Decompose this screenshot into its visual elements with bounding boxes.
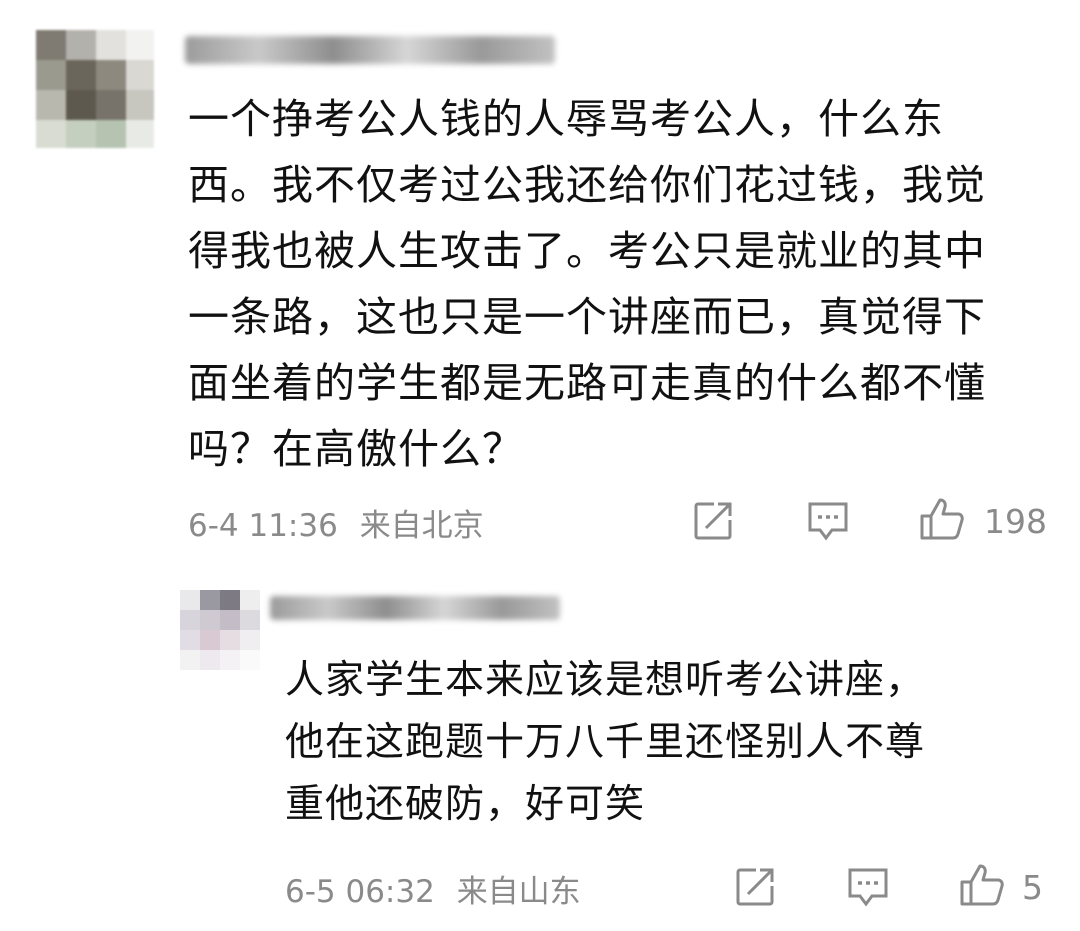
- reply-username-blurred[interactable]: [270, 596, 560, 620]
- like-count: 198: [984, 502, 1047, 541]
- reply-location: 来自山东: [456, 874, 581, 910]
- comment-text: 一个挣考公人钱的人辱骂考公人，什么东 西。我不仅考过公我还给你们花过钱，我觉 得…: [188, 95, 986, 473]
- avatar[interactable]: [36, 30, 154, 148]
- reply-timestamp: 6-5 06:32: [285, 874, 435, 910]
- comment-timestamp: 6-4 11:36: [188, 508, 338, 544]
- username-blurred[interactable]: [185, 36, 555, 64]
- thumbs-up-icon[interactable]: [958, 862, 1006, 908]
- thumbs-up-icon[interactable]: [918, 496, 966, 542]
- comment-icon[interactable]: [806, 500, 850, 542]
- comment-icon[interactable]: [846, 866, 890, 908]
- share-icon[interactable]: [692, 500, 734, 542]
- share-icon[interactable]: [734, 866, 776, 908]
- reply-avatar[interactable]: [180, 590, 260, 670]
- comment-meta: 6-4 11:36 来自北京: [188, 500, 484, 545]
- reply-like-count: 5: [1022, 868, 1043, 907]
- reply-meta: 6-5 06:32 来自山东: [285, 866, 581, 911]
- comment-location: 来自北京: [359, 508, 484, 544]
- reply-text: 人家学生本来应该是想听考公讲座， 他在这跑题十万八千里还怪别人不尊 重他还破防，…: [285, 658, 926, 827]
